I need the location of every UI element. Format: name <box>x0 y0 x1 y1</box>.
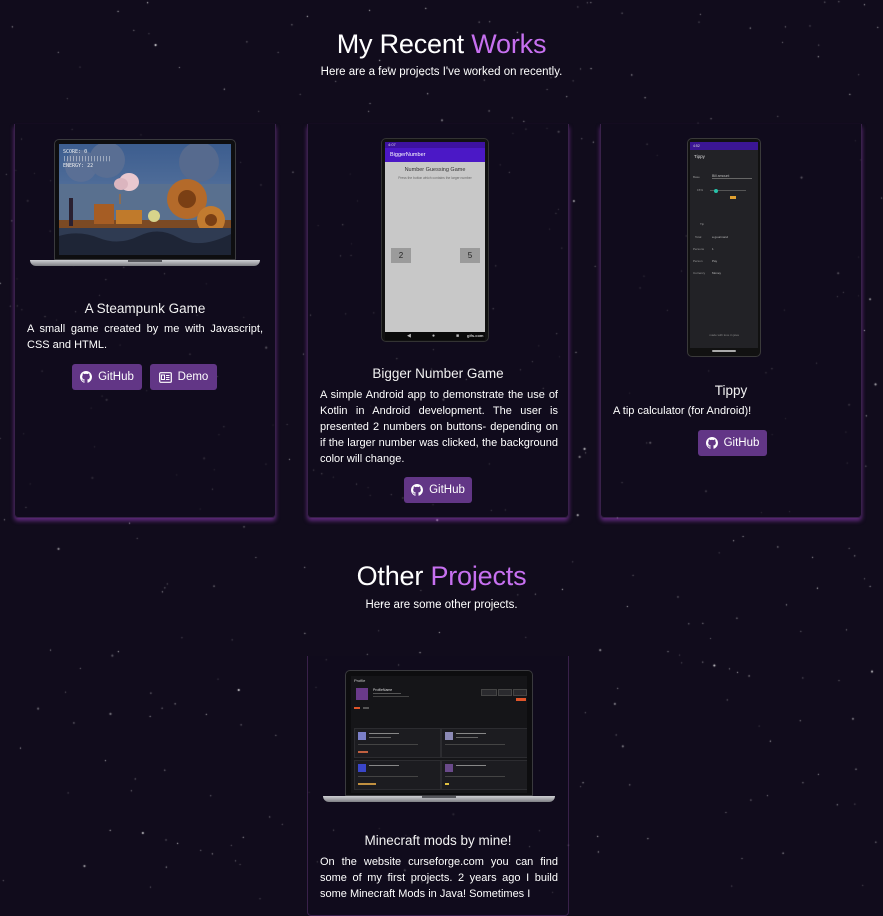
project-description: A tip calculator (for Android)! <box>613 405 752 417</box>
tippy-row-value: a gourmand <box>712 235 729 239</box>
tippy-row-label: Persons <box>693 247 705 251</box>
tippy-row-label: Currency <box>693 271 706 275</box>
project-card-bigger-number: 4:07 BiggerNumber Number Guessing Game P… <box>307 124 569 518</box>
phone-screen: Number Guessing Game Press the button wh… <box>385 162 485 332</box>
tippy-row-value: 1 <box>712 247 714 251</box>
tippy-row-label: Total <box>695 235 702 239</box>
project-title: Minecraft mods by mine! <box>364 833 512 848</box>
hud-bar: |||||||||||||||| <box>63 156 111 162</box>
tippy-row-label: Tip <box>700 222 705 226</box>
recent-works-heading: My Recent Works <box>0 29 883 60</box>
demo-button[interactable]: Demo <box>150 364 217 390</box>
github-button-label: GitHub <box>98 371 134 383</box>
project-description: On the website curseforge.com you can fi… <box>320 856 558 900</box>
steampunk-game-screenshot: SCORE: 0 |||||||||||||||| ENERGY: 22 <box>59 144 231 255</box>
profile-username: ProfileName <box>373 688 393 692</box>
github-button[interactable]: GitHub <box>698 430 767 456</box>
tippy-row-value: Money <box>712 271 722 275</box>
project-card-tippy: 4:52 Tippy Base Bill amount 15% Tip Tota… <box>600 124 862 518</box>
tippy-row-label: Person <box>693 259 703 263</box>
github-icon <box>705 437 718 449</box>
project-preview-laptop: Profile ProfileName <box>323 670 555 804</box>
phone-nav-bar: ◀ ● ■ gifs.com <box>385 332 485 340</box>
tippy-row-label: 15% <box>697 188 704 192</box>
github-button-label: GitHub <box>429 484 465 496</box>
project-preview-phone: 4:07 BiggerNumber Number Guessing Game P… <box>381 138 489 342</box>
project-title: Tippy <box>714 383 748 398</box>
right-number-button: 5 <box>460 248 480 263</box>
other-projects-subtitle: Here are some other projects. <box>365 599 518 611</box>
phone-app-bar: BiggerNumber <box>385 148 485 162</box>
hud-energy: ENERGY: 22 <box>63 163 93 169</box>
curseforge-profile-screenshot: Profile ProfileName <box>351 676 527 793</box>
project-card-steampunk: SCORE: 0 |||||||||||||||| ENERGY: 22 A S… <box>14 124 276 518</box>
phone-app-bar: Tippy <box>694 154 705 159</box>
tippy-row-value: Bill amount <box>712 174 752 179</box>
github-button-label: GitHub <box>723 437 760 449</box>
game-instructions: Press the button which contains the larg… <box>398 176 472 180</box>
recent-works-subtitle: Here are a few projects I've worked on r… <box>320 66 563 78</box>
project-preview-phone: 4:52 Tippy Base Bill amount 15% Tip Tota… <box>687 138 761 357</box>
gifs-watermark: gifs.com <box>467 333 484 338</box>
heading-text: Other <box>356 561 431 591</box>
demo-icon <box>158 371 172 383</box>
demo-button-label: Demo <box>177 371 209 383</box>
heading-accent-text: Works <box>471 29 547 59</box>
phone-screen: Tippy Base Bill amount 15% Tip Total a g… <box>690 150 758 348</box>
project-title: Bigger Number Game <box>372 366 504 381</box>
tippy-footer: made with love in java <box>709 333 739 337</box>
github-icon <box>80 371 93 383</box>
tippy-row-label: Base <box>693 175 700 179</box>
left-number-button: 2 <box>391 248 411 263</box>
project-description: A simple Android app to demonstrate the … <box>320 389 558 465</box>
hud-score: SCORE: 0 <box>63 149 87 155</box>
game-title: Number Guessing Game <box>404 167 466 173</box>
heading-accent-text: Projects <box>430 561 527 591</box>
project-title: A Steampunk Game <box>84 301 206 316</box>
heading-text: My Recent <box>336 29 472 59</box>
project-preview-laptop: SCORE: 0 |||||||||||||||| ENERGY: 22 <box>30 139 260 275</box>
other-projects-heading: Other Projects <box>0 561 883 592</box>
site-name: Profile <box>354 678 366 683</box>
github-button[interactable]: GitHub <box>404 477 472 503</box>
phone-status-time: 4:52 <box>690 142 758 150</box>
project-card-minecraft-mods: Profile ProfileName Minecraft mods by mi… <box>307 656 569 916</box>
project-description: A small game created by me with Javascri… <box>27 323 263 351</box>
tippy-row-value: Pay <box>712 259 718 263</box>
github-button[interactable]: GitHub <box>72 364 142 390</box>
github-icon <box>411 484 424 496</box>
